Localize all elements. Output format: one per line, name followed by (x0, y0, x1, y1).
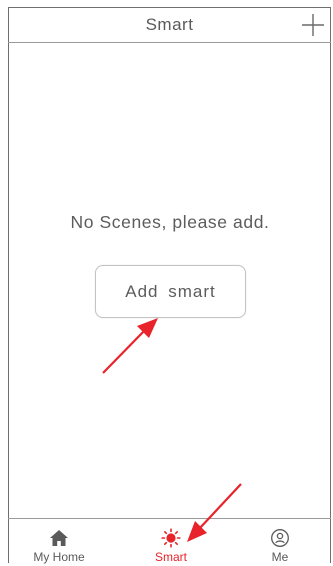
header-bar: Smart (8, 7, 331, 43)
home-icon (50, 530, 68, 546)
tab-my-home[interactable]: My Home (18, 519, 100, 566)
bottom-tab-bar: My Home Smart Me (8, 518, 331, 565)
tab-me[interactable]: Me (240, 519, 320, 566)
tab-label: My Home (33, 550, 85, 564)
tab-label: Smart (154, 550, 187, 564)
plus-icon[interactable] (301, 13, 325, 37)
tab-smart[interactable]: Smart (128, 519, 214, 566)
page-title: Smart (145, 15, 194, 34)
tab-label: Me (271, 550, 289, 564)
add-smart-button[interactable]: Add smart (95, 265, 246, 318)
user-icon (271, 529, 289, 547)
empty-state-message: No Scenes, please add. (70, 212, 270, 232)
sun-icon (161, 528, 181, 548)
